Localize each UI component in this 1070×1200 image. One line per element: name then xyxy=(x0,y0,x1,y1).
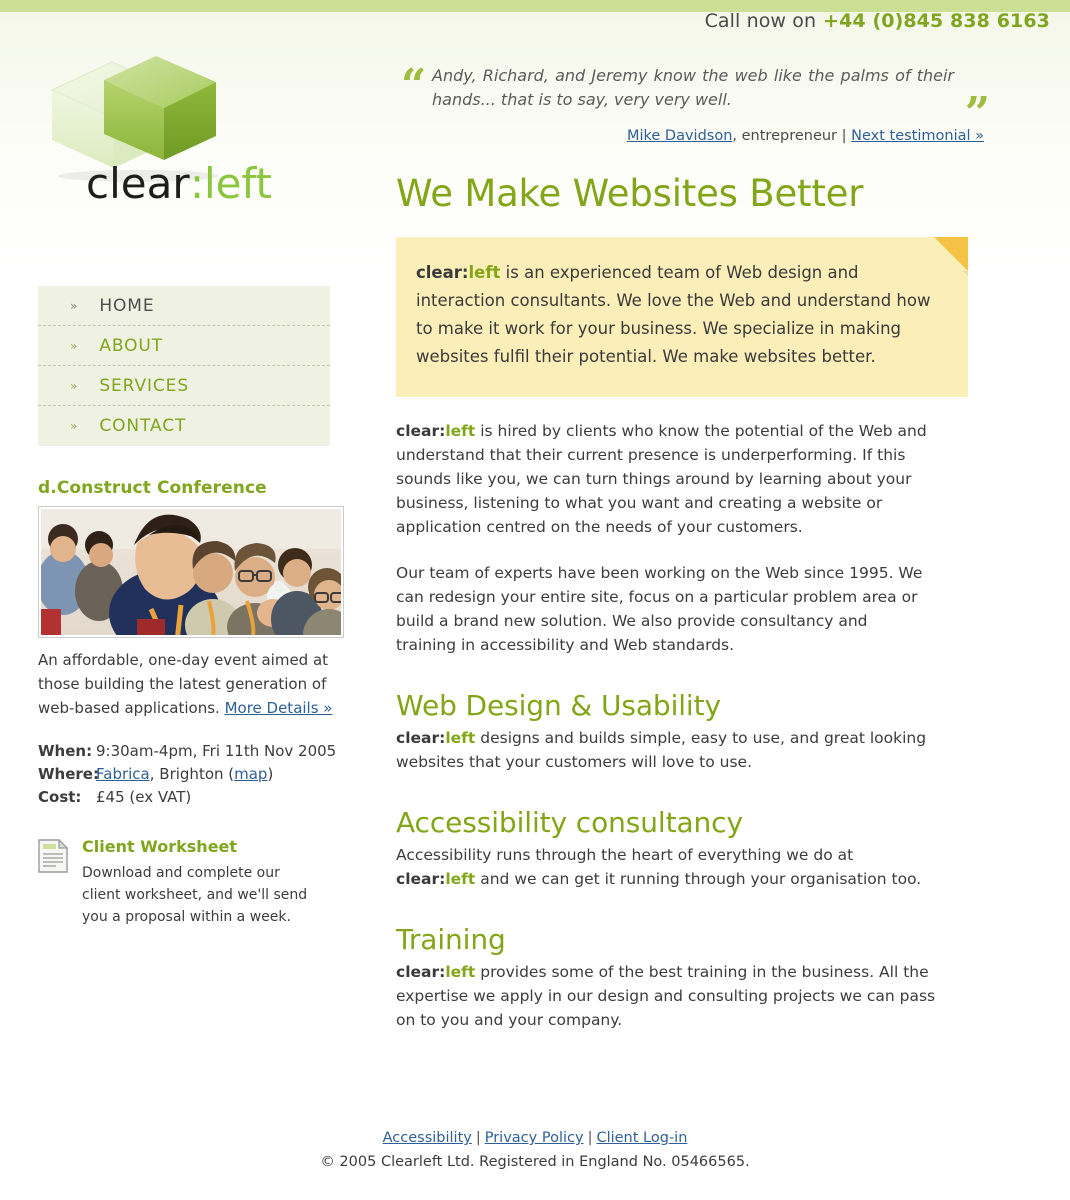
brand-clear: clear xyxy=(396,870,440,888)
brand-left: left xyxy=(445,729,476,747)
section-text-training: clear:left provides some of the best tra… xyxy=(396,960,944,1032)
page-footer: Accessibility | Privacy Policy | Client Log-… xyxy=(0,1126,1070,1174)
footer-link-client-login[interactable]: Client Log-in xyxy=(596,1130,687,1146)
footer-separator: | xyxy=(475,1130,481,1146)
brand-clearleft: clear:left xyxy=(416,263,500,282)
main-column: “ ” Andy, Richard, and Jeremy know the w… xyxy=(380,42,1070,1032)
sidebar-item-about[interactable]: » ABOUT xyxy=(38,326,330,366)
logo-cube-icon: clear : left xyxy=(50,56,272,208)
nav-label-contact: CONTACT xyxy=(99,416,187,436)
folded-corner-shadow xyxy=(963,271,968,276)
nav-label-about: ABOUT xyxy=(99,335,164,356)
accessibility-text-pre: Accessibility runs through the heart of … xyxy=(396,846,854,864)
footer-link-accessibility[interactable]: Accessibility xyxy=(383,1130,472,1146)
map-link[interactable]: map xyxy=(234,765,267,783)
nav-label-services: SERVICES xyxy=(99,375,190,396)
testimonial-attribution: Mike Davidson, entrepreneur | Next testi… xyxy=(396,128,996,144)
svg-text:clear: clear xyxy=(86,159,190,208)
call-now-bar: Call now on +44 (0)845 838 6163 xyxy=(0,0,1070,42)
chevron-right-icon: » xyxy=(70,419,78,433)
detail-value-when: 9:30am-4pm, Fri 11th Nov 2005 xyxy=(96,742,337,760)
detail-row-where: Where: Fabrica, Brighton (map) xyxy=(38,763,380,786)
body-paragraph-1-text: is hired by clients who know the potenti… xyxy=(396,422,927,536)
footer-link-privacy-policy[interactable]: Privacy Policy xyxy=(485,1130,584,1146)
chevron-right-icon: » xyxy=(70,378,78,393)
sidebar-item-services[interactable]: » SERVICES xyxy=(38,366,330,406)
two-column-layout: clear : left » HOME » ABOUT » SERVICES »… xyxy=(0,42,1070,1032)
brand-clear: clear xyxy=(396,422,440,440)
chevron-right-icon: » xyxy=(70,338,78,353)
more-details-link[interactable]: More Details » xyxy=(225,699,333,717)
call-now-label: Call now on xyxy=(704,10,817,32)
open-quote-icon: “ xyxy=(401,60,427,111)
page-root: Call now on +44 (0)845 838 6163 clear: … xyxy=(0,0,1070,1032)
detail-where-mid: , Brighton ( xyxy=(149,765,235,783)
conference-photo xyxy=(41,509,341,635)
brand-left: left xyxy=(468,263,501,282)
page-title: We Make Websites Better xyxy=(396,172,864,215)
nav-label-home: HOME xyxy=(99,295,155,316)
chevron-right-icon: » xyxy=(70,298,78,313)
testimonial-block: “ ” Andy, Richard, and Jeremy know the w… xyxy=(396,60,996,145)
conference-heading[interactable]: d.Construct Conference xyxy=(38,478,380,498)
svg-text:left: left xyxy=(204,159,272,208)
brand-left: left xyxy=(445,870,476,888)
svg-text::: : xyxy=(190,159,204,208)
intro-callout: clear:left is an experienced team of Web… xyxy=(396,237,968,397)
footer-separator: | xyxy=(587,1130,593,1146)
detail-key-when: When: xyxy=(38,742,93,760)
brand-clearleft: clear:left xyxy=(396,963,475,981)
detail-value-cost: £45 (ex VAT) xyxy=(96,788,192,806)
brand-clear: clear xyxy=(416,263,462,282)
detail-value-where: Fabrica, Brighton (map) xyxy=(96,763,380,786)
brand-left: left xyxy=(445,963,476,981)
testimonial-role: , entrepreneur xyxy=(732,128,842,144)
worksheet-body: Client Worksheet Download and complete o… xyxy=(70,837,322,928)
testimonial-divider: | xyxy=(841,128,852,144)
brand-clearleft: clear:left xyxy=(396,870,475,888)
detail-where-end: ) xyxy=(267,765,274,783)
detail-key-where: Where: xyxy=(38,765,99,783)
document-icon xyxy=(38,838,70,928)
phone-number[interactable]: +44 (0)845 838 6163 xyxy=(823,10,1050,32)
client-worksheet-block: Client Worksheet Download and complete o… xyxy=(38,837,343,928)
main-navigation: » HOME » ABOUT » SERVICES » CONTACT xyxy=(38,286,330,446)
section-heading-accessibility: Accessibility consultancy xyxy=(396,806,743,839)
body-paragraph-2: Our team of experts have been working on… xyxy=(396,564,923,654)
detail-row-when: When: 9:30am-4pm, Fri 11th Nov 2005 xyxy=(38,740,380,763)
detail-row-cost: Cost: £45 (ex VAT) xyxy=(38,786,380,809)
body-paragraph-1: clear:left is hired by clients who know … xyxy=(396,419,931,539)
detail-key-cost: Cost: xyxy=(38,788,82,806)
fabrica-link[interactable]: Fabrica xyxy=(96,765,150,783)
brand-colon: : xyxy=(461,263,469,282)
section-heading-training: Training xyxy=(396,923,506,956)
section-heading-web-design: Web Design & Usability xyxy=(396,689,721,722)
conference-details: When: 9:30am-4pm, Fri 11th Nov 2005 Wher… xyxy=(38,740,380,809)
footer-links: Accessibility | Privacy Policy | Client Log-… xyxy=(0,1126,1070,1150)
testimonial-author-link[interactable]: Mike Davidson xyxy=(627,128,732,144)
conference-blurb: An affordable, one-day event aimed at th… xyxy=(38,648,338,720)
sidebar-item-home[interactable]: » HOME xyxy=(38,286,330,326)
sidebar-column: clear : left » HOME » ABOUT » SERVICES »… xyxy=(0,42,380,928)
section-text-accessibility: Accessibility runs through the heart of … xyxy=(396,843,931,891)
brand-clearleft: clear:left xyxy=(396,422,475,440)
brand-clearleft: clear:left xyxy=(396,729,475,747)
client-worksheet-link[interactable]: Client Worksheet xyxy=(82,837,322,857)
site-logo[interactable]: clear : left xyxy=(38,50,338,210)
section-text-training-body: provides some of the best training in th… xyxy=(396,963,936,1029)
section-text-web-design-body: designs and builds simple, easy to use, … xyxy=(396,729,927,771)
brand-clear: clear xyxy=(396,963,440,981)
sidebar-item-contact[interactable]: » CONTACT xyxy=(38,406,330,446)
footer-copyright: © 2005 Clearleft Ltd. Registered in Engl… xyxy=(320,1154,750,1170)
brand-clear: clear xyxy=(396,729,440,747)
section-text-web-design: clear:left designs and builds simple, ea… xyxy=(396,726,931,774)
accessibility-text-post: and we can get it running through your o… xyxy=(475,870,922,888)
client-worksheet-text: Download and complete our client workshe… xyxy=(82,865,308,925)
brand-left: left xyxy=(445,422,476,440)
folded-corner-icon xyxy=(934,237,968,271)
conference-photo-frame xyxy=(38,506,344,638)
testimonial-text: Andy, Richard, and Jeremy know the web l… xyxy=(432,66,954,109)
close-quote-icon: ” xyxy=(964,88,990,139)
